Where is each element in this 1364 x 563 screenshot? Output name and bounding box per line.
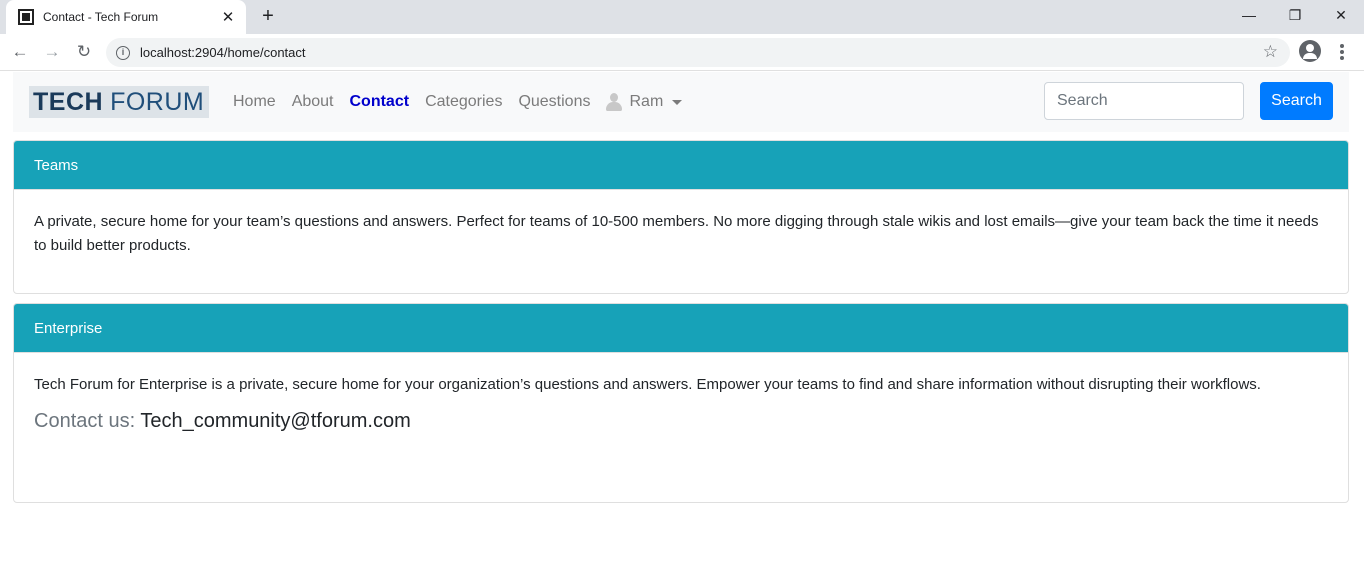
reload-icon[interactable]: ↻: [71, 39, 97, 65]
site-navbar: TECH FORUM Home About Contact Categories…: [13, 72, 1349, 132]
nav-links: Home About Contact Categories Questions …: [233, 72, 683, 132]
search-input[interactable]: [1044, 82, 1244, 120]
address-bar[interactable]: i localhost:2904/home/contact ☆: [106, 38, 1290, 67]
teams-card-body: A private, secure home for your team’s q…: [14, 190, 1348, 258]
favicon-icon: [18, 9, 34, 25]
browser-tabstrip: Contact - Tech Forum ✕ + — ❐ ✕: [0, 0, 1364, 34]
back-icon[interactable]: ←: [7, 39, 33, 65]
new-tab-button[interactable]: +: [256, 4, 280, 28]
profile-icon[interactable]: [1299, 40, 1321, 62]
site-info-icon[interactable]: i: [116, 45, 130, 60]
search-button[interactable]: Search: [1260, 82, 1333, 120]
contact-line: Contact us: Tech_community@tforum.com: [34, 407, 1328, 435]
enterprise-card: Enterprise Tech Forum for Enterprise is …: [13, 303, 1349, 503]
browser-menu-icon[interactable]: [1334, 41, 1350, 63]
logo-tech-text: TECH: [33, 87, 104, 116]
browser-toolbar: ← → ↻ i localhost:2904/home/contact ☆: [0, 34, 1364, 71]
tab-title: Contact - Tech Forum: [43, 10, 159, 24]
enterprise-card-body: Tech Forum for Enterprise is a private, …: [14, 353, 1348, 435]
contact-label: Contact us:: [34, 410, 136, 432]
logo-forum-text: FORUM: [110, 87, 205, 116]
tab-close-icon[interactable]: ✕: [220, 8, 236, 26]
window-close-button[interactable]: ✕: [1318, 0, 1364, 30]
nav-questions[interactable]: Questions: [518, 93, 590, 111]
nav-contact[interactable]: Contact: [350, 93, 410, 111]
user-name: Ram: [629, 93, 664, 110]
browser-tab[interactable]: Contact - Tech Forum ✕: [6, 0, 246, 34]
nav-about[interactable]: About: [292, 93, 334, 111]
bookmark-star-icon[interactable]: ☆: [1263, 42, 1278, 62]
nav-categories[interactable]: Categories: [425, 93, 502, 111]
user-dropdown[interactable]: Ram: [606, 93, 683, 111]
enterprise-description: Tech Forum for Enterprise is a private, …: [34, 376, 1261, 393]
teams-card: Teams A private, secure home for your te…: [13, 140, 1349, 294]
user-avatar-icon: [606, 93, 623, 111]
site-logo[interactable]: TECH FORUM: [29, 86, 209, 118]
nav-home[interactable]: Home: [233, 93, 276, 111]
restore-button[interactable]: ❐: [1272, 0, 1318, 30]
teams-description: A private, secure home for your team’s q…: [34, 213, 1319, 254]
enterprise-card-header: Enterprise: [14, 304, 1348, 353]
minimize-button[interactable]: —: [1226, 0, 1272, 30]
contact-email[interactable]: Tech_community@tforum.com: [140, 410, 410, 432]
caret-down-icon: [672, 99, 683, 105]
forward-icon[interactable]: →: [39, 39, 65, 65]
teams-card-header: Teams: [14, 141, 1348, 190]
url-text[interactable]: localhost:2904/home/contact: [140, 45, 306, 60]
